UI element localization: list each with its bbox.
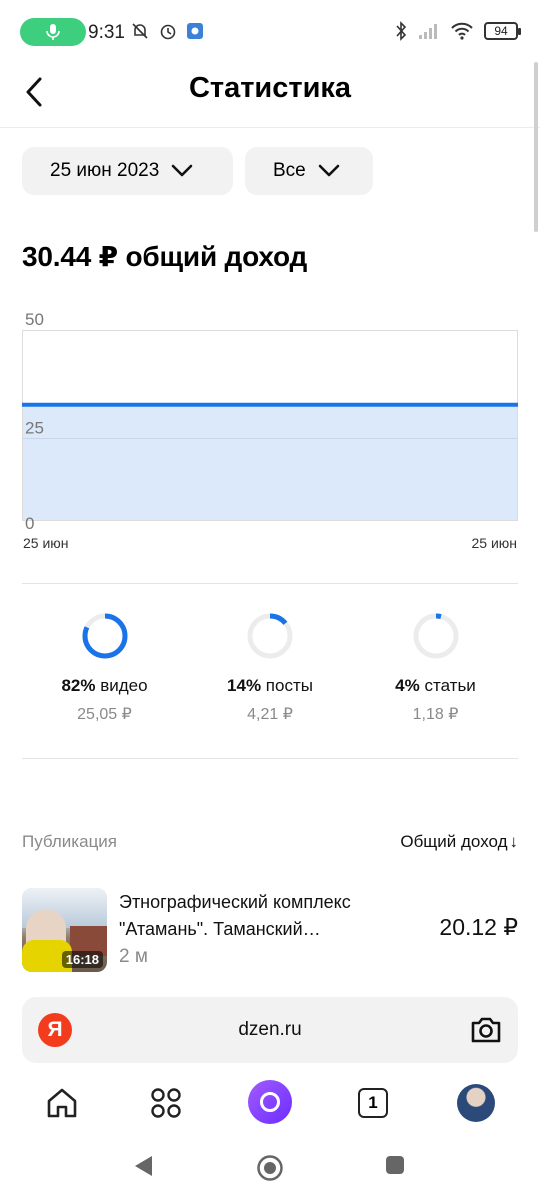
publication-row[interactable]: 16:18 Этнографический комплекс "Атамань"… bbox=[22, 886, 518, 976]
publication-age: 2 м bbox=[119, 946, 148, 967]
total-income: 30.44 ₽ общий доход bbox=[22, 241, 308, 272]
publication-income: 20.12 ₽ bbox=[439, 914, 518, 940]
breakdown-video[interactable]: 82% видео 25,05 ₽ bbox=[22, 612, 187, 724]
system-recents-button[interactable] bbox=[384, 1154, 406, 1181]
progress-ring-posts bbox=[247, 613, 293, 659]
wifi-icon bbox=[451, 22, 473, 40]
alice-assistant-button[interactable] bbox=[248, 1080, 292, 1124]
home-button[interactable] bbox=[42, 1083, 82, 1123]
income-chart: 50 25 0 25 июн 25 июн bbox=[22, 300, 519, 555]
circle-home-icon bbox=[257, 1155, 283, 1181]
filter-bar: 25 июн 2023 Все bbox=[22, 147, 373, 195]
type-filter-dropdown[interactable]: Все bbox=[245, 147, 373, 195]
y-tick-label: 0 bbox=[25, 514, 34, 533]
avatar bbox=[457, 1084, 495, 1122]
tabs-button[interactable]: 1 bbox=[353, 1083, 393, 1123]
triangle-back-icon bbox=[135, 1156, 152, 1176]
ring-track bbox=[413, 613, 458, 659]
system-navigation bbox=[0, 1140, 540, 1196]
camera-search-button[interactable] bbox=[468, 1012, 504, 1053]
video-thumbnail: 16:18 bbox=[22, 888, 107, 972]
microphone-icon bbox=[46, 24, 60, 40]
breakdown-label: 82% видео bbox=[61, 676, 148, 695]
app-notification-icon bbox=[187, 23, 203, 39]
breakdown-value: 25,05 ₽ bbox=[77, 706, 132, 723]
column-income: Общий доход bbox=[400, 832, 508, 851]
breakdown-value: 4,21 ₽ bbox=[247, 706, 293, 723]
date-filter-dropdown[interactable]: 25 июн 2023 bbox=[22, 147, 233, 195]
progress-ring-video bbox=[82, 613, 127, 659]
signal-icon bbox=[419, 24, 437, 39]
muted-bell-icon bbox=[132, 23, 148, 39]
type-filter-label: Все bbox=[273, 160, 306, 181]
page-header: Статистика bbox=[0, 62, 540, 128]
alarm-icon bbox=[160, 24, 176, 40]
progress-ring-articles bbox=[413, 613, 458, 659]
bluetooth-icon bbox=[396, 21, 407, 41]
breakdown-label: 14% посты bbox=[227, 676, 313, 695]
chevron-down-icon bbox=[172, 164, 193, 177]
income-breakdown: 82% видео 25,05 ₽ 14% посты 4,21 ₽ 4% ст… bbox=[22, 612, 518, 724]
y-tick-label: 50 bbox=[25, 310, 44, 329]
services-button[interactable] bbox=[146, 1083, 186, 1123]
sort-arrow-icon: ↓ bbox=[509, 832, 519, 851]
system-back-button[interactable] bbox=[132, 1154, 154, 1183]
square-recents-icon bbox=[386, 1156, 404, 1174]
browser-bottom-nav: 1 bbox=[0, 1075, 540, 1131]
browser-url-bar[interactable]: Я dzen.ru bbox=[22, 997, 518, 1063]
publication-title: Этнографический комплекс "Атамань". Тама… bbox=[119, 892, 351, 939]
breakdown-posts[interactable]: 14% посты 4,21 ₽ bbox=[188, 612, 353, 724]
status-bar: 9:31 94 bbox=[0, 0, 540, 62]
tabs-count: 1 bbox=[358, 1088, 388, 1118]
battery-indicator: 94 bbox=[484, 22, 521, 40]
income-chart-svg: 50 25 0 25 июн 25 июн bbox=[22, 310, 518, 551]
breakdown-label: 4% статьи bbox=[395, 676, 476, 695]
breakdown-articles[interactable]: 4% статьи 1,18 ₽ bbox=[353, 612, 518, 724]
date-filter-label: 25 июн 2023 bbox=[50, 160, 160, 181]
divider bbox=[22, 758, 518, 759]
breakdown-value: 1,18 ₽ bbox=[412, 706, 459, 723]
camera-icon bbox=[471, 1017, 501, 1043]
apps-grid-icon bbox=[151, 1088, 181, 1118]
status-time: 9:31 bbox=[88, 22, 125, 43]
system-home-button[interactable] bbox=[256, 1154, 284, 1187]
page-title: Статистика bbox=[188, 72, 352, 104]
list-header: Публикация Общий доход ↓ bbox=[22, 832, 518, 852]
y-tick-label: 25 bbox=[25, 419, 44, 438]
video-duration: 16:18 bbox=[61, 951, 103, 968]
divider bbox=[22, 583, 518, 584]
home-icon bbox=[47, 1088, 77, 1118]
x-tick-label: 25 июн bbox=[471, 535, 517, 551]
profile-button[interactable] bbox=[456, 1083, 496, 1123]
sort-by-income-button[interactable]: Общий доход ↓ bbox=[400, 832, 518, 852]
url-text[interactable]: dzen.ru bbox=[22, 1019, 518, 1041]
scrollbar[interactable] bbox=[534, 62, 538, 232]
x-tick-label: 25 июн bbox=[23, 535, 69, 551]
chevron-down-icon bbox=[318, 164, 340, 177]
column-publication: Публикация bbox=[22, 832, 118, 851]
chart-area-fill bbox=[22, 404, 518, 521]
mic-indicator[interactable] bbox=[20, 18, 86, 46]
